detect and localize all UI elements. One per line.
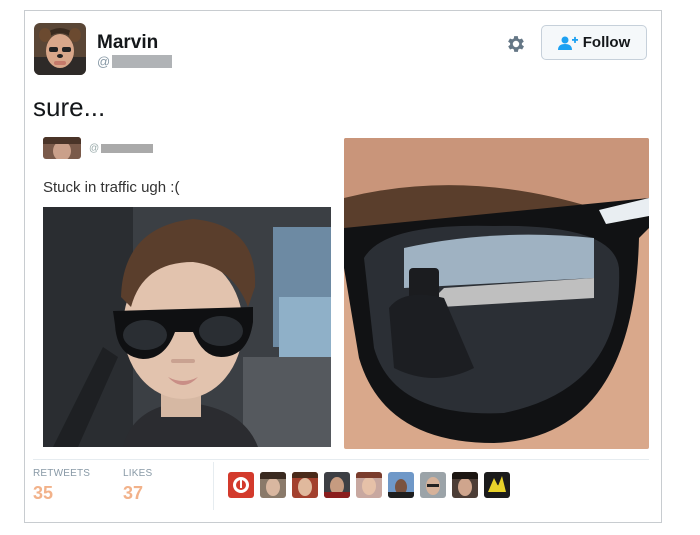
likes-label: LIKES <box>123 468 153 479</box>
liker-avatar[interactable] <box>356 472 382 498</box>
add-user-icon <box>557 36 578 50</box>
quoted-handle: @ <box>89 143 154 154</box>
liker-avatar[interactable] <box>292 472 318 498</box>
user-name[interactable]: Marvin <box>97 32 158 54</box>
tweet-text: sure... <box>33 92 106 122</box>
liker-avatar[interactable] <box>484 472 510 498</box>
liker-avatar[interactable] <box>260 472 286 498</box>
likes-count: 37 <box>123 483 144 503</box>
avatar[interactable] <box>34 23 86 75</box>
liker-avatar[interactable] <box>324 472 350 498</box>
likers-list <box>228 472 510 498</box>
follow-label: Follow <box>582 34 631 51</box>
stats-separator <box>213 462 214 510</box>
stats-divider <box>33 459 649 460</box>
liker-avatar[interactable] <box>420 472 446 498</box>
selfie-photo <box>43 207 331 447</box>
follow-button[interactable]: Follow <box>541 25 647 60</box>
gear-icon[interactable] <box>505 33 527 55</box>
retweets-label: RETWEETS <box>33 468 91 479</box>
liker-avatar[interactable] <box>452 472 478 498</box>
retweets-stat[interactable]: RETWEETS 35 <box>33 468 90 504</box>
quoted-text: Stuck in traffic ugh :( <box>43 179 180 196</box>
media-image-right[interactable] <box>344 138 649 449</box>
liker-avatar[interactable] <box>228 472 254 498</box>
quoted-avatar <box>43 137 81 159</box>
sunglasses-zoom-photo <box>344 138 649 449</box>
retweets-count: 35 <box>33 483 54 503</box>
liker-avatar[interactable] <box>388 472 414 498</box>
redacted-handle <box>112 55 173 68</box>
media-image-left[interactable]: @ Stuck in traffic ugh :( <box>33 137 338 449</box>
user-handle[interactable]: @ <box>97 54 173 69</box>
handle-prefix: @ <box>97 54 111 69</box>
likes-stat[interactable]: LIKES 37 <box>123 468 152 504</box>
